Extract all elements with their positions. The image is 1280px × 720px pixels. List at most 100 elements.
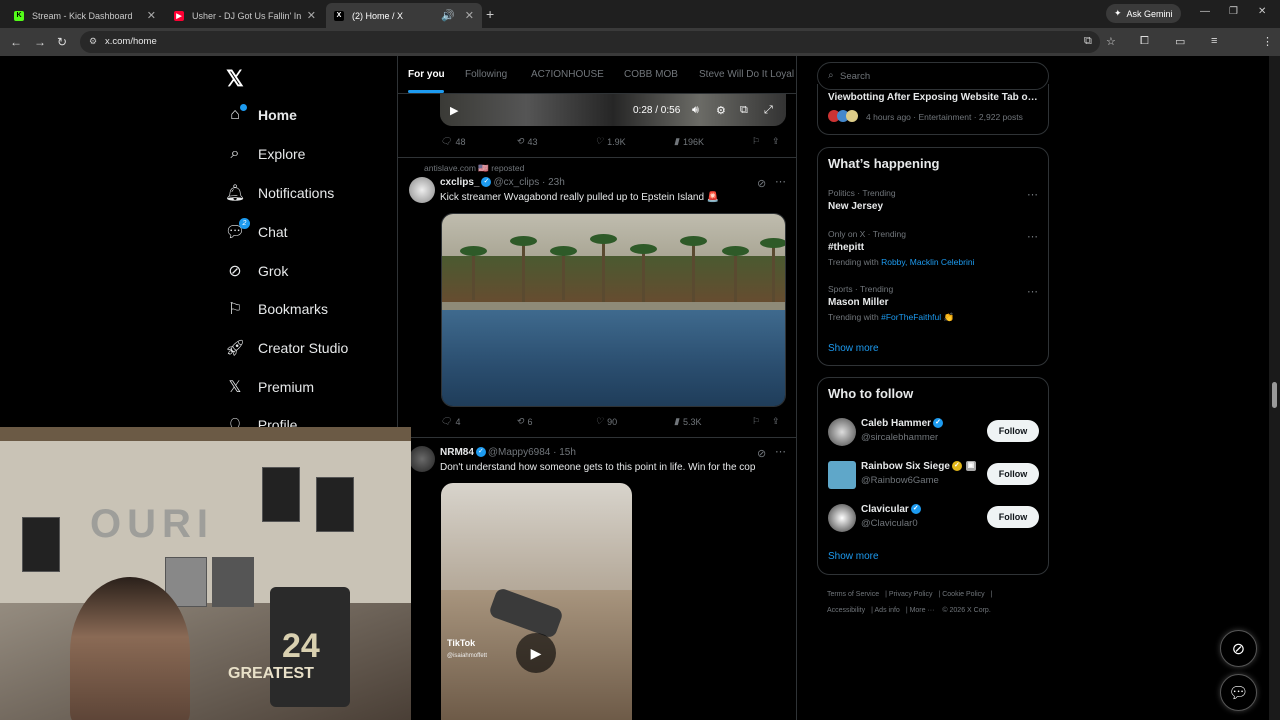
who-to-follow-panel: Who to follow Caleb Hammer ✓ @sircalebham… — [817, 377, 1049, 575]
bookmark-button[interactable]: ⚐ — [752, 416, 760, 427]
follow-button[interactable]: Follow — [987, 420, 1039, 442]
fullscreen-icon[interactable]: ⤢ — [764, 104, 773, 117]
avatar[interactable] — [828, 504, 856, 532]
reply-button[interactable]: 🗨︎ 48 — [440, 136, 465, 147]
tab-kick-dashboard[interactable]: K Stream - Kick Dashboard ✕ — [6, 3, 164, 28]
nav-explore[interactable]: ⌕ Explore — [226, 145, 306, 163]
tab-for-you[interactable]: For you — [408, 69, 445, 80]
footer-link[interactable]: Cookie Policy — [942, 591, 984, 598]
volume-icon[interactable]: 🔊︎ — [692, 104, 699, 117]
post-author[interactable]: cxclips_ ✓ @cx_clips · 23h — [440, 177, 565, 188]
play-icon[interactable]: ▶ — [450, 104, 458, 117]
like-button[interactable]: ♡ 90 — [595, 416, 617, 427]
views-button[interactable]: ▮ 5.3K — [674, 416, 701, 427]
share-button[interactable]: ⇪ — [772, 416, 780, 427]
repost-button[interactable]: ⟲ 43 — [516, 136, 538, 147]
chat-fab-button[interactable]: 💬︎ — [1220, 674, 1257, 711]
pip-icon[interactable]: ⧉ — [740, 104, 748, 117]
bookmark-button[interactable]: ⚐ — [752, 136, 760, 147]
footer-links: Terms of Service | Privacy Policy | Cookie… — [827, 591, 993, 614]
scrollbar[interactable] — [1269, 56, 1280, 720]
follow-button[interactable]: Follow — [987, 463, 1039, 485]
footer-link[interactable]: Terms of Service — [827, 591, 879, 598]
nav-label: Home — [258, 107, 297, 123]
nav-creator-studio[interactable]: 🚀︎ Creator Studio — [225, 339, 348, 357]
back-icon[interactable]: ← — [10, 35, 22, 49]
avatar[interactable] — [409, 177, 435, 203]
nav-notifications[interactable]: 🔔︎ Notifications — [225, 184, 334, 202]
show-more-link[interactable]: Show more — [828, 551, 879, 562]
follow-suggestion[interactable]: Caleb Hammer ✓ @sircalebhammer Follow — [828, 418, 1040, 448]
share-button[interactable]: ⇪ — [772, 136, 780, 147]
nav-label: Explore — [258, 146, 306, 162]
timeline: For you Following AC7IONHOUSE COBB MOB S… — [397, 56, 797, 720]
trend-extra-link[interactable]: #ForTheFaithful 👏 — [881, 312, 954, 322]
close-window-icon[interactable]: ✕ — [1258, 6, 1266, 17]
more-icon[interactable]: ⋯ — [775, 175, 786, 188]
maximize-icon[interactable]: ❐ — [1229, 6, 1238, 17]
tab-following[interactable]: Following — [465, 69, 507, 80]
reply-button[interactable]: 🗨︎ 4 — [440, 416, 460, 427]
grok-icon[interactable]: ⊘ — [757, 447, 766, 460]
video-player[interactable]: ▶ 0:28 / 0:56 🔊︎ ⚙ ⧉ ⤢ — [440, 94, 786, 126]
post-image[interactable] — [441, 213, 786, 407]
nav-chat[interactable]: 💬︎ 2 Chat — [225, 218, 288, 241]
show-more-link[interactable]: Show more — [828, 343, 879, 354]
post-video[interactable]: TikTok @isaiahmoffett ▶ — [441, 483, 632, 720]
footer-link[interactable]: Privacy Policy — [889, 591, 933, 598]
close-tab-icon[interactable]: ✕ — [147, 9, 156, 22]
reload-icon[interactable]: ↻ — [57, 35, 67, 49]
trend-extra-link[interactable]: Robby, Macklin Celebrini — [881, 257, 974, 267]
nav-home[interactable]: ⌂ Home — [226, 104, 297, 124]
avatar[interactable] — [828, 461, 856, 489]
star-icon[interactable]: ☆ — [1106, 35, 1116, 48]
scrollbar-thumb[interactable] — [1272, 382, 1277, 408]
site-info-icon[interactable]: ⚙ — [89, 36, 97, 47]
tab-steve-will-do-it[interactable]: Steve Will Do It Loyal — [699, 69, 794, 80]
footer-link[interactable]: Accessibility — [827, 607, 865, 614]
x-logo-icon[interactable]: 𝕏 — [226, 66, 244, 92]
nav-bookmarks[interactable]: ⚐ Bookmarks — [226, 300, 328, 318]
like-button[interactable]: ♡ 1.9K — [595, 136, 626, 147]
follow-button[interactable]: Follow — [987, 506, 1039, 528]
settings-icon[interactable]: ⚙ — [716, 104, 726, 117]
avatar[interactable] — [828, 418, 856, 446]
url-field[interactable]: ⚙ x.com/home — [80, 31, 1100, 53]
views-button[interactable]: ▮ 196K — [674, 136, 704, 147]
grok-fab-button[interactable]: ⊘ — [1220, 630, 1257, 667]
close-tab-icon[interactable]: ✕ — [307, 9, 316, 22]
avatar[interactable] — [409, 446, 435, 472]
new-tab-button[interactable]: + — [486, 6, 494, 22]
tab-ac7ionhouse[interactable]: AC7IONHOUSE — [531, 69, 604, 80]
extensions-icon[interactable]: ⧠ — [1140, 35, 1149, 48]
play-icon[interactable]: ▶ — [516, 633, 556, 673]
grok-icon[interactable]: ⊘ — [757, 177, 766, 190]
more-icon[interactable]: ⋯ — [1027, 188, 1038, 201]
split-view-icon[interactable]: ▭ — [1175, 35, 1185, 48]
more-icon[interactable]: ⋯ — [1027, 230, 1038, 243]
more-icon[interactable]: ⋯ — [775, 445, 786, 458]
install-icon[interactable]: ⧉ — [1084, 35, 1092, 48]
tab-youtube[interactable]: ▶ Usher - DJ Got Us Fallin' In Love ✕ — [166, 3, 324, 28]
more-icon[interactable]: ⋯ — [1027, 285, 1038, 298]
footer-link[interactable]: More ··· — [910, 607, 935, 614]
nav-grok[interactable]: ⊘ Grok — [226, 262, 288, 280]
close-tab-icon[interactable]: ✕ — [465, 9, 474, 22]
trend-card[interactable]: Viewbotting After Exposing Website Tab o… — [817, 84, 1049, 135]
footer-link[interactable]: Ads info — [875, 607, 900, 614]
tab-cobb-mob[interactable]: COBB MOB — [624, 69, 678, 80]
tab-x-home[interactable]: X (2) Home / X 🔊 ✕ — [326, 3, 482, 28]
nav-premium[interactable]: 𝕏 Premium — [226, 378, 314, 396]
palm — [460, 246, 487, 300]
minimize-icon[interactable]: — — [1200, 6, 1210, 17]
forward-icon[interactable]: → — [34, 35, 46, 49]
search-icon: ⌕ — [230, 145, 240, 162]
audio-icon[interactable]: 🔊 — [441, 9, 455, 22]
follow-suggestion[interactable]: Rainbow Six Siege ✓ ▣ @Rainbow6Game Follow — [828, 461, 1040, 491]
media-icon[interactable]: ≡ — [1211, 35, 1217, 47]
follow-suggestion[interactable]: Clavicular ✓ @Clavicular0 Follow — [828, 504, 1040, 534]
repost-button[interactable]: ⟲ 6 — [516, 416, 533, 427]
post-author[interactable]: NRM84 ✓ @Mappy6984 · 15h — [440, 447, 576, 458]
menu-icon[interactable]: ⋮ — [1262, 35, 1273, 48]
ask-gemini-button[interactable]: ✦ Ask Gemini — [1106, 4, 1181, 23]
